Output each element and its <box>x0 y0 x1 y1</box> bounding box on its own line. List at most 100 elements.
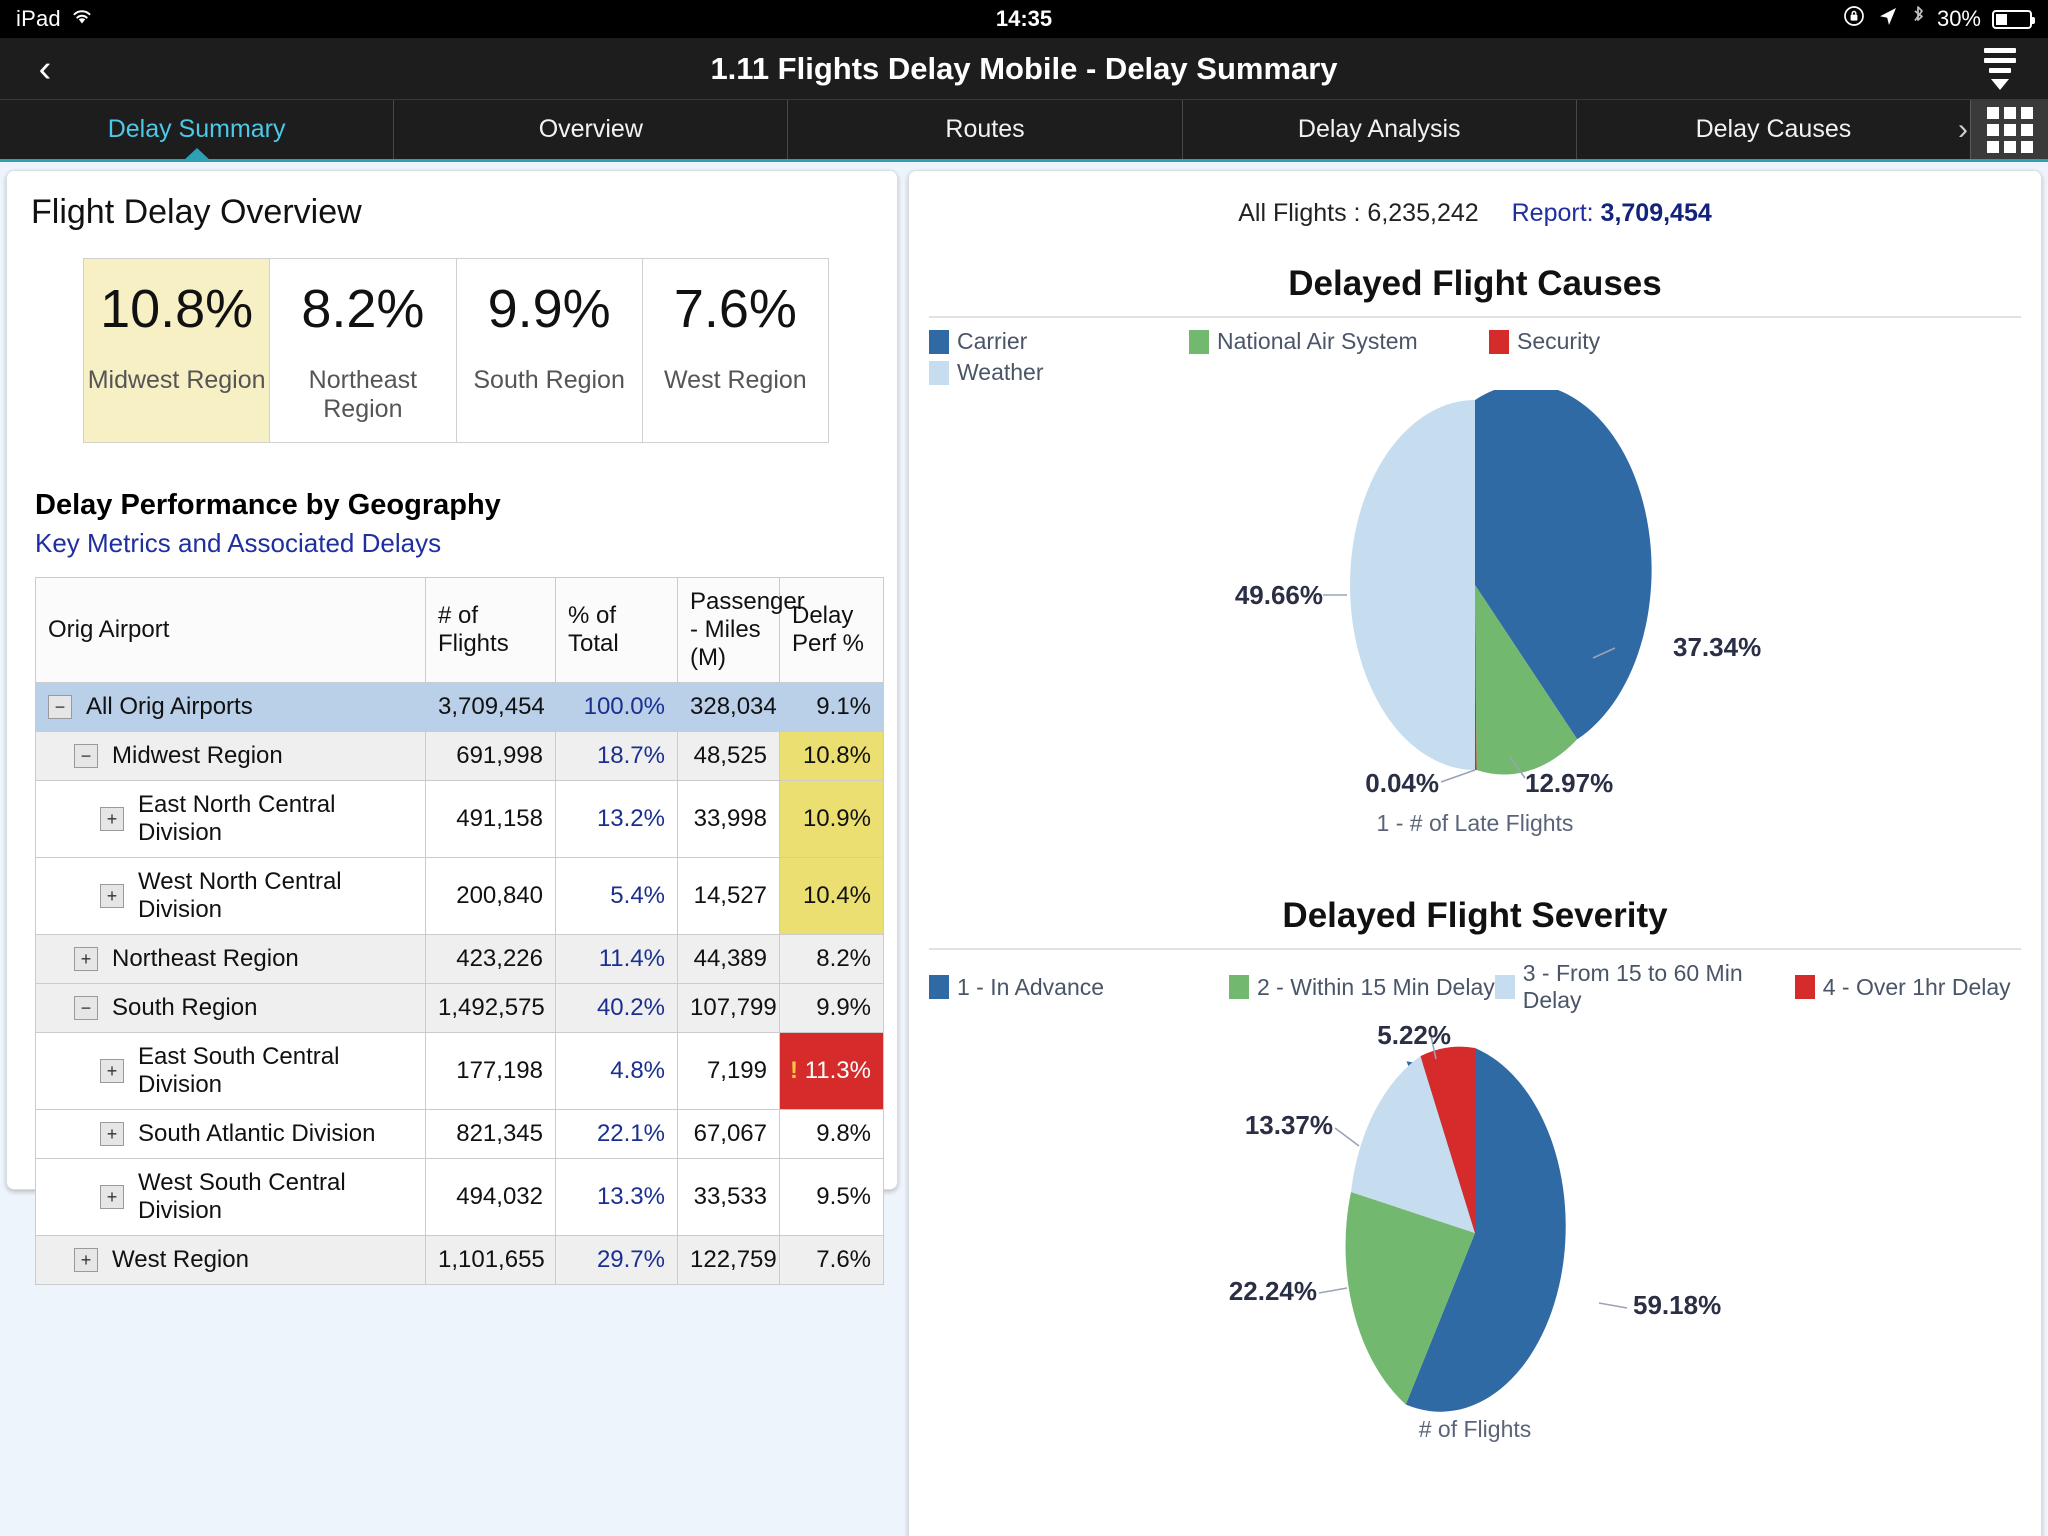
column-header-orig-airport[interactable]: Orig Airport <box>35 576 426 683</box>
legend-item-over-1hr[interactable]: 4 - Over 1hr Delay <box>1794 960 2011 1014</box>
status-bar-right: 30% <box>1842 4 2035 34</box>
back-button[interactable]: ‹ <box>0 50 90 88</box>
pie-chart-delayed-flight-causes[interactable]: 37.34% 49.66% 0.04% 12.97% 1 - # of Late… <box>929 390 2021 860</box>
kpi-west-region[interactable]: 7.6% West Region <box>642 259 828 442</box>
cell-delay-perf: 10.4% <box>779 856 884 935</box>
expand-icon[interactable]: + <box>74 1247 98 1272</box>
collapse-icon[interactable]: − <box>74 995 98 1020</box>
cell-flights: 3,709,454 <box>425 681 556 732</box>
pie-severity-svg <box>1318 1035 1628 1412</box>
cell-flights: 691,998 <box>425 730 556 781</box>
cell-delay-perf: ! 11.3% <box>779 1031 884 1110</box>
dashboard-content: Flight Delay Overview 10.8% Midwest Regi… <box>0 162 2048 1536</box>
cell-flights: 821,345 <box>425 1108 556 1159</box>
legend-label: Security <box>1517 328 1601 354</box>
table-row[interactable]: + East South Central Division 177,198 4.8% 7… <box>35 1031 884 1110</box>
cell-orig-airport[interactable]: + West Region <box>35 1234 426 1285</box>
legend-item-in-advance[interactable]: 1 - In Advance <box>929 960 1229 1014</box>
cell-delay-perf: 9.5% <box>779 1157 884 1236</box>
panel-heading: Flight Delay Overview <box>31 193 362 231</box>
table-row[interactable]: + South Atlantic Division 821,345 22.1% 67,0… <box>35 1108 884 1159</box>
legend-label: 1 - In Advance <box>957 973 1105 1000</box>
cell-orig-airport[interactable]: + East South Central Division <box>35 1031 426 1110</box>
collapse-icon[interactable]: − <box>74 743 98 768</box>
tab-delay-causes[interactable]: Delay Causes <box>1577 100 1970 159</box>
cell-orig-airport[interactable]: + East North Central Division <box>35 779 426 858</box>
cell-pax-miles: 14,527 <box>677 856 780 935</box>
cell-pax-miles: 48,525 <box>677 730 780 781</box>
kpi-value: 8.2% <box>301 279 425 339</box>
kpi-midwest-region[interactable]: 10.8% Midwest Region <box>84 259 271 442</box>
pie-label-carrier: 37.34% <box>1673 632 1762 662</box>
expand-icon[interactable]: + <box>100 1121 124 1146</box>
kpi-south-region[interactable]: 9.9% South Region <box>456 259 643 442</box>
tab-routes[interactable]: Routes <box>788 100 1183 159</box>
table-row[interactable]: + Northeast Region 423,226 11.4% 44,389 8.2% <box>35 933 884 984</box>
cell-orig-airport[interactable]: + West North Central Division <box>35 856 426 935</box>
legend-item-weather[interactable]: Weather <box>929 359 2021 386</box>
section-title: Delay Performance by Geography <box>35 488 501 521</box>
expand-icon[interactable]: + <box>100 806 124 831</box>
bluetooth-icon <box>1910 4 1926 34</box>
delay-performance-table: Orig Airport # of Flights % of Total Pas… <box>35 576 884 1285</box>
tab-overview[interactable]: Overview <box>394 100 789 159</box>
cell-orig-airport[interactable]: − Midwest Region <box>35 730 426 781</box>
cell-pct-total: 40.2% <box>555 982 678 1033</box>
table-row[interactable]: + West Region 1,101,655 29.7% 122,759 7.6% <box>35 1234 884 1285</box>
legend-item-carrier[interactable]: Carrier <box>929 328 1189 355</box>
chevron-right-icon[interactable]: › <box>1958 113 1968 147</box>
table-row[interactable]: + West North Central Division 200,840 5.4% 1… <box>35 856 884 935</box>
cell-orig-airport[interactable]: − All Orig Airports <box>35 681 426 732</box>
cell-orig-airport[interactable]: + West South Central Division <box>35 1157 426 1236</box>
row-label: Northeast Region <box>112 944 299 972</box>
expand-icon[interactable]: + <box>74 946 98 971</box>
row-label: South Atlantic Division <box>138 1119 376 1147</box>
legend-item-national-air-system[interactable]: National Air System <box>1189 328 1489 355</box>
kpi-label: West Region <box>664 365 807 394</box>
grid-apps-icon <box>1986 106 2033 153</box>
flight-delay-overview-panel: Flight Delay Overview 10.8% Midwest Regi… <box>6 170 898 1285</box>
table-row[interactable]: − South Region 1,492,575 40.2% 107,799 9.9% <box>35 982 884 1033</box>
table-row[interactable]: − All Orig Airports 3,709,454 100.0% 328,034… <box>35 681 884 732</box>
kpi-northeast-region[interactable]: 8.2% Northeast Region <box>270 259 457 442</box>
cell-pct-total: 29.7% <box>555 1234 678 1285</box>
expand-icon[interactable]: + <box>100 1184 124 1209</box>
column-header-flights[interactable]: # of Flights <box>425 576 556 683</box>
table-row[interactable]: + East North Central Division 491,158 13.2%… <box>35 779 884 858</box>
cell-delay-perf: 9.9% <box>779 982 884 1033</box>
table-row[interactable]: + West South Central Division 494,032 13.3%… <box>35 1157 884 1236</box>
cell-orig-airport[interactable]: + South Atlantic Division <box>35 1108 426 1159</box>
legend-item-within-15-min[interactable]: 2 - Within 15 Min Delay <box>1229 960 1495 1014</box>
legend-item-security[interactable]: Security <box>1489 328 1600 355</box>
tab-label: Delay Summary <box>107 115 286 143</box>
legend-label: Weather <box>957 359 1044 385</box>
wifi-icon <box>70 6 94 32</box>
table-body: − All Orig Airports 3,709,454 100.0% 328,034… <box>35 681 884 1285</box>
tab-label: Overview <box>538 115 643 143</box>
kpi-value: 9.9% <box>487 279 611 339</box>
cell-orig-airport[interactable]: − South Region <box>35 982 426 1033</box>
cell-delay-perf: 10.8% <box>779 730 884 781</box>
expand-icon[interactable]: + <box>100 883 124 908</box>
section-subtitle: Key Metrics and Associated Delays <box>35 527 442 558</box>
cell-pct-total: 100.0% <box>555 681 678 732</box>
filter-menu-button[interactable] <box>1952 38 2048 99</box>
cell-orig-airport[interactable]: + Northeast Region <box>35 933 426 984</box>
expand-icon[interactable]: + <box>100 1058 124 1083</box>
column-header-pct-total[interactable]: % of Total <box>555 576 678 683</box>
table-row[interactable]: − Midwest Region 691,998 18.7% 48,525 10.8% <box>35 730 884 781</box>
legend-item-15-to-60-min[interactable]: 3 - From 15 to 60 Min Delay <box>1494 960 1795 1014</box>
cell-delay-perf: 7.6% <box>779 1234 884 1285</box>
collapse-icon[interactable]: − <box>48 694 72 719</box>
tab-delay-summary[interactable]: Delay Summary <box>0 100 395 159</box>
cell-pct-total: 4.8% <box>555 1031 678 1110</box>
pie-label-security: 0.04% <box>1365 768 1439 798</box>
tab-delay-analysis[interactable]: Delay Analysis <box>1183 100 1577 159</box>
row-label: West Region <box>112 1245 249 1273</box>
pie-chart-delayed-flight-severity[interactable]: 59.18% 22.24% 13.37% 5.22% # of Flights <box>929 1018 2021 1448</box>
flights-summary-header: All Flights : 6,235,242 Report: 3,709,45… <box>929 199 2021 228</box>
location-arrow-icon <box>1877 5 1899 33</box>
status-bar-clock: 14:35 <box>995 6 1053 31</box>
grid-apps-button[interactable] <box>1970 100 2048 159</box>
column-header-pax-miles[interactable]: Passenger - Miles (M) <box>677 576 805 683</box>
